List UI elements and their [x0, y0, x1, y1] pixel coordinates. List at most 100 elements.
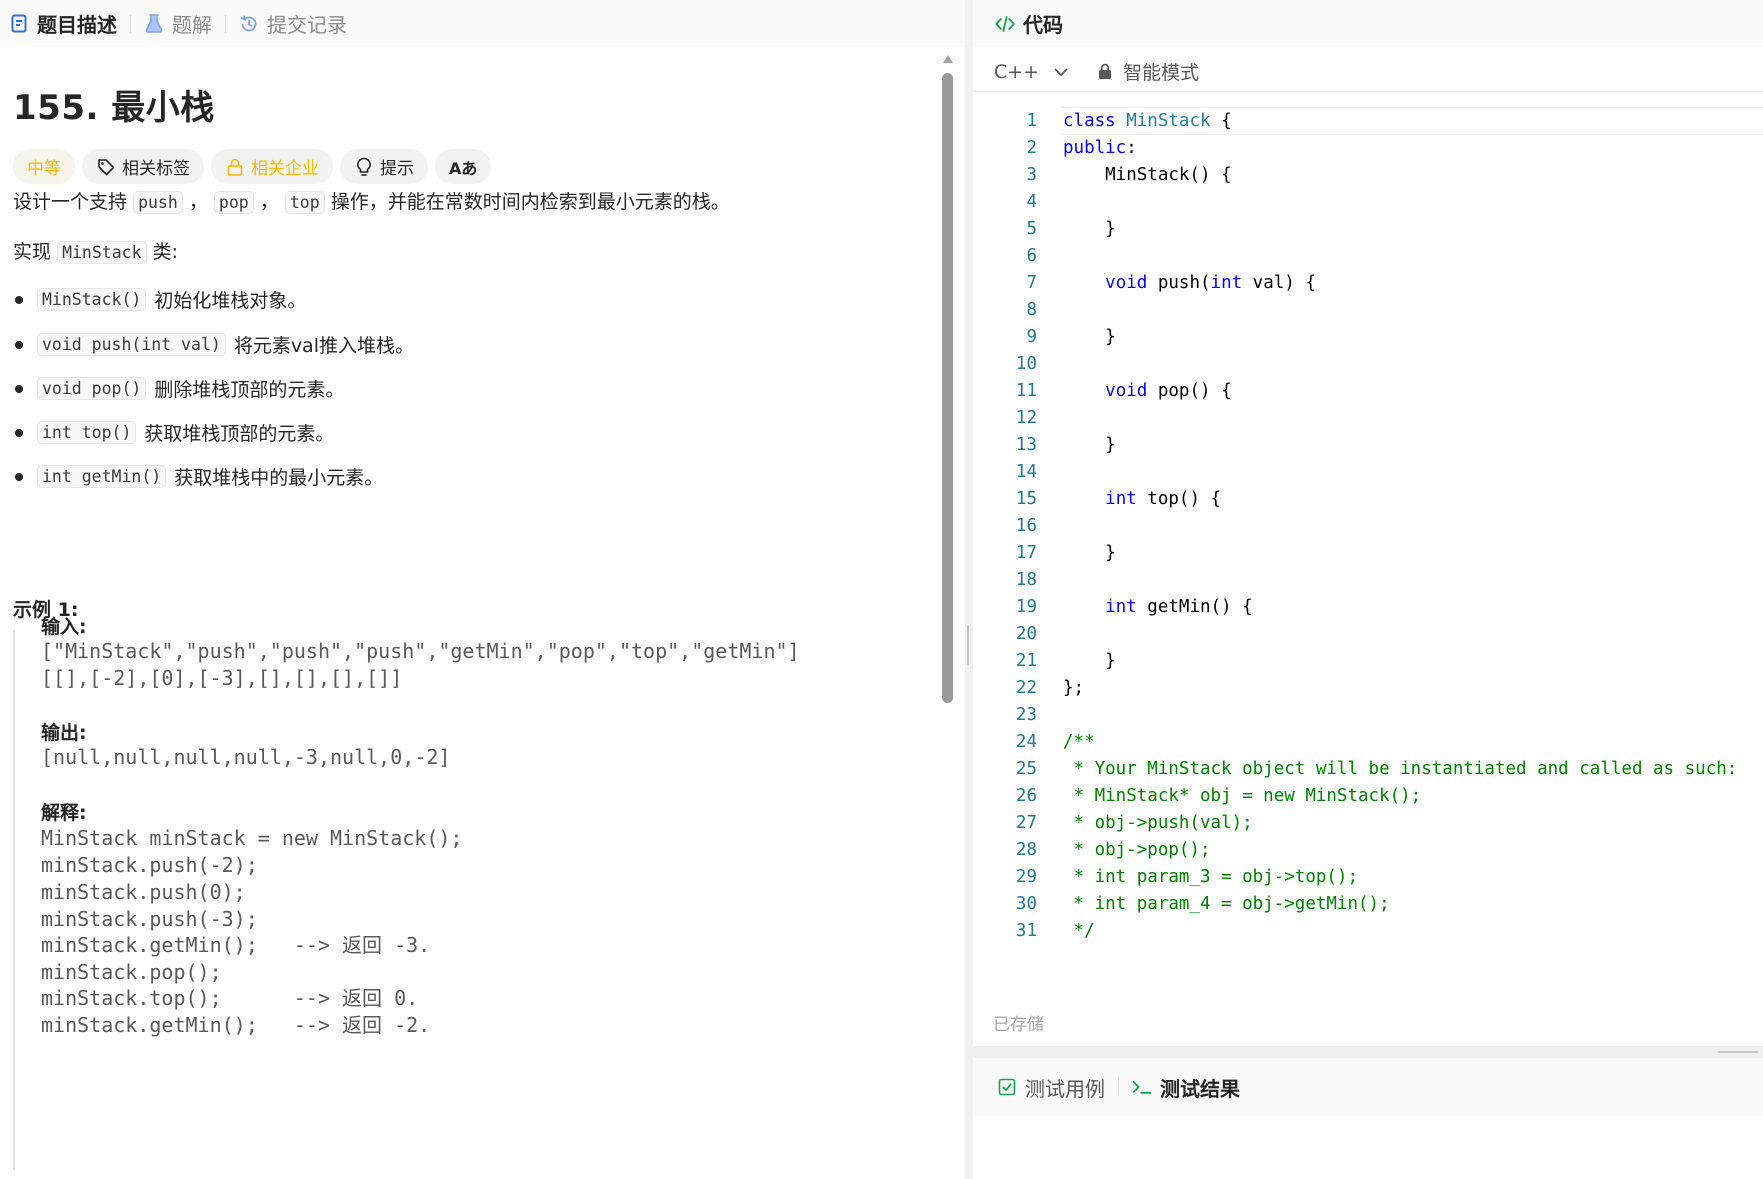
desc-text: 操作，并能在常数时间内检索到最小元素的栈。 [330, 191, 730, 213]
code-line[interactable]: } [1063, 648, 1763, 675]
code-line[interactable] [1063, 405, 1763, 432]
line-number: 10 [1015, 354, 1037, 374]
tab-test-result[interactable]: 测试结果 [1132, 1073, 1240, 1102]
inline-code: int getMin() [37, 465, 167, 488]
line-number: 7 [1026, 273, 1037, 293]
code-line[interactable]: class MinStack { [1063, 108, 1763, 135]
tab-solutions[interactable]: 题解 [144, 9, 212, 38]
code-line[interactable]: int top() { [1063, 486, 1763, 513]
difficulty-badge: 中等 [13, 149, 75, 184]
hint-button[interactable]: 提示 [340, 149, 428, 184]
desc-text: 实现 [13, 241, 52, 263]
code-line[interactable]: * int param_3 = obj->top(); [1063, 864, 1763, 891]
line-number: 13 [1015, 435, 1037, 455]
problem-title: 155. 最小栈 [13, 88, 215, 128]
line-number: 1 [1026, 111, 1037, 131]
hint-label: 提示 [380, 159, 414, 179]
code-line[interactable]: * MinStack* obj = new MinStack(); [1063, 783, 1763, 810]
code-line[interactable]: public: [1063, 135, 1763, 162]
desc-separator: ， [259, 191, 279, 213]
tab-description[interactable]: 题目描述 [9, 9, 117, 38]
description-tabs: 题目描述 题解 提交记录 [0, 0, 965, 47]
desc-separator: ， [188, 191, 208, 213]
tab-solutions-label: 题解 [172, 13, 212, 37]
description-scrollbar[interactable] [942, 55, 954, 1179]
code-line[interactable]: /** [1063, 729, 1763, 756]
terminal-icon [1132, 1077, 1152, 1097]
code-line[interactable] [1063, 621, 1763, 648]
divider-handle[interactable] [967, 625, 969, 665]
line-number: 11 [1015, 381, 1037, 401]
example-explain-line: minStack.push(0); [41, 880, 246, 904]
example-input-line: ["MinStack","push","push","push","getMin… [41, 639, 800, 663]
code-line[interactable]: * obj->pop(); [1063, 837, 1763, 864]
line-number: 16 [1015, 516, 1037, 536]
related-companies-button[interactable]: 相关企业 [211, 149, 333, 184]
bullet-dot [15, 472, 23, 481]
code-panel: 代码 C++ 智能模式 1 2 3 4 5 6 7 8 9 10 11 12 13 14 15 16 17 18 1… [973, 0, 1763, 1046]
code-line[interactable]: */ [1063, 918, 1763, 945]
tab-testcase[interactable]: 测试用例 [997, 1073, 1105, 1102]
code-line[interactable] [1063, 513, 1763, 540]
bullet-dot [15, 295, 23, 304]
font-size-button[interactable]: Aあ [435, 149, 492, 184]
line-number: 2 [1026, 138, 1037, 158]
code-line[interactable]: void push(int val) { [1063, 270, 1763, 297]
line-number: 31 [1015, 921, 1037, 941]
bullet-dot [15, 428, 23, 437]
inline-code: void push(int val) [37, 333, 226, 356]
line-number: 14 [1015, 462, 1037, 482]
inline-code-minstack: MinStack [57, 241, 147, 264]
code-line[interactable] [1063, 189, 1763, 216]
code-editor[interactable]: 1 2 3 4 5 6 7 8 9 10 11 12 13 14 15 16 17 18 19 20 21 22 23 24 2… [973, 97, 1763, 957]
code-line[interactable]: MinStack() { [1063, 162, 1763, 189]
tab-submissions[interactable]: 提交记录 [239, 9, 347, 38]
description-paragraph-1: 设计一个支持 push ， pop ， top 操作，并能在常数时间内检索到最小… [13, 188, 730, 217]
code-line[interactable]: } [1063, 432, 1763, 459]
lock-icon [1095, 62, 1115, 82]
code-line[interactable] [1063, 702, 1763, 729]
code-icon [995, 14, 1015, 34]
example-block: 输入: ["MinStack","push","push","push","ge… [13, 616, 913, 1170]
line-number: 25 [1015, 759, 1037, 779]
code-line[interactable] [1063, 243, 1763, 270]
tab-separator [1118, 1078, 1119, 1096]
chevron-down-icon [1051, 62, 1071, 82]
code-line[interactable] [1063, 459, 1763, 486]
example-input-label: 输入: [41, 616, 87, 638]
example-explain-line: minStack.getMin(); --> 返回 -3. [41, 933, 431, 957]
code-line[interactable]: }; [1063, 675, 1763, 702]
line-number: 8 [1026, 300, 1037, 320]
tag-icon [96, 157, 116, 177]
line-number: 17 [1015, 543, 1037, 563]
bullet-dot [15, 340, 23, 349]
scrollbar-thumb[interactable] [942, 73, 953, 703]
line-number: 12 [1015, 408, 1037, 428]
code-line[interactable] [1063, 297, 1763, 324]
list-item-text: 将元素val推入堆栈。 [233, 335, 414, 357]
checkbox-icon [997, 1077, 1017, 1097]
language-select[interactable]: C++ [994, 61, 1071, 83]
inline-code-top: top [284, 191, 325, 214]
code-line[interactable]: * obj->push(val); [1063, 810, 1763, 837]
code-line[interactable]: int getMin() { [1063, 594, 1763, 621]
divider-handle[interactable] [1718, 1051, 1758, 1053]
code-line[interactable]: * int param_4 = obj->getMin(); [1063, 891, 1763, 918]
horizontal-split-divider[interactable] [973, 1046, 1763, 1058]
code-line[interactable]: } [1063, 216, 1763, 243]
code-line[interactable] [1063, 351, 1763, 378]
code-lines[interactable]: class MinStack {public: MinStack() { } v… [1063, 108, 1763, 945]
line-number: 9 [1026, 327, 1037, 347]
code-line[interactable]: } [1063, 324, 1763, 351]
code-line[interactable]: void pop() { [1063, 378, 1763, 405]
line-number: 28 [1015, 840, 1037, 860]
code-line[interactable] [1063, 567, 1763, 594]
language-label: C++ [994, 60, 1040, 83]
code-line[interactable]: * Your MinStack object will be instantia… [1063, 756, 1763, 783]
scroll-up-arrow-icon[interactable] [943, 55, 953, 63]
smart-mode-toggle[interactable]: 智能模式 [1095, 58, 1199, 85]
related-tags-button[interactable]: 相关标签 [82, 149, 204, 184]
desc-text: 类: [152, 241, 178, 263]
code-line[interactable]: } [1063, 540, 1763, 567]
vertical-split-divider[interactable] [965, 0, 973, 1179]
